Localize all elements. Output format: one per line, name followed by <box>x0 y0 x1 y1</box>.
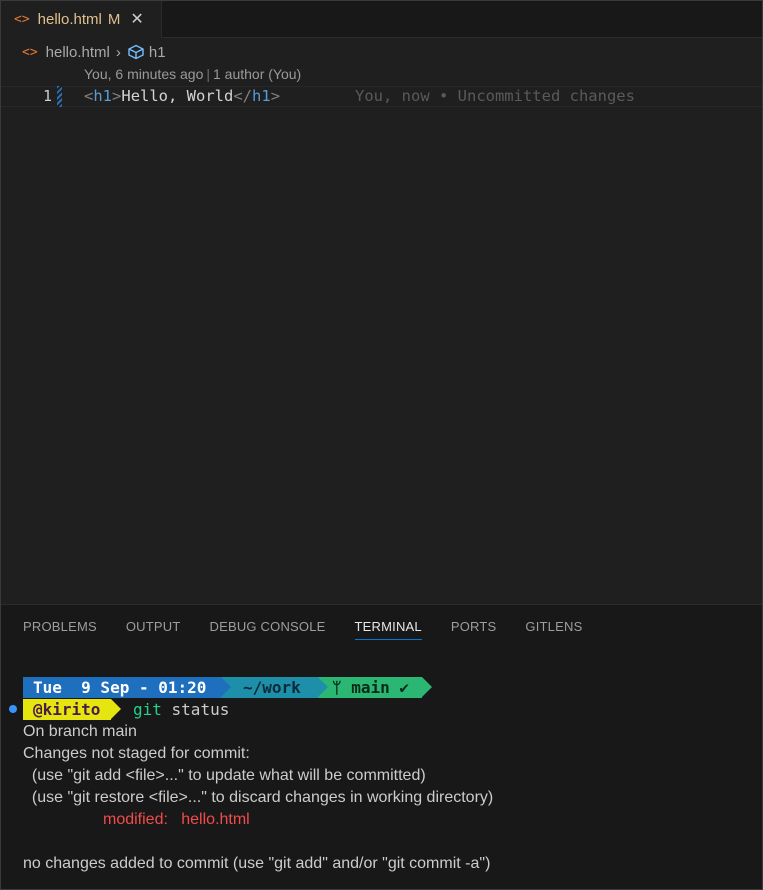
prompt-branch-name: main <box>351 678 390 697</box>
prompt-date-segment: Tue 9 Sep - 01:20 <box>23 677 221 698</box>
git-codelens[interactable]: You, 6 minutes ago | 1 author (You) <box>84 66 301 82</box>
close-icon[interactable]: ✕ <box>130 9 143 29</box>
symbol-element-icon <box>127 44 145 61</box>
terminal-output-line: (use "git restore <file>..." to discard … <box>23 789 494 806</box>
modified-indicator: M <box>107 10 121 28</box>
prompt-user-segment: @kirito <box>23 699 111 720</box>
tab-debug-console[interactable]: DEBUG CONSOLE <box>210 619 326 640</box>
code-text: Hello, World <box>121 87 234 105</box>
breadcrumb-symbol[interactable]: h1 <box>149 44 166 61</box>
prompt-separator-arrow <box>111 699 121 719</box>
codelens-authors[interactable]: 1 author (You) <box>213 66 301 82</box>
prompt-separator-arrow <box>221 677 231 697</box>
code-punctuation: > <box>270 87 281 105</box>
tab-gitlens[interactable]: GITLENS <box>525 619 582 640</box>
tab-hello-html[interactable]: <> hello.html M ✕ <box>0 0 162 38</box>
code-tag: h1 <box>252 87 271 105</box>
html-file-icon: <> <box>14 11 30 27</box>
terminal-output-line: Changes not staged for commit: <box>23 745 250 762</box>
code-tag: h1 <box>93 87 113 105</box>
command-args: status <box>161 700 230 719</box>
command-program: git <box>133 700 162 719</box>
code-punctuation: </ <box>233 87 253 105</box>
tab-problems[interactable]: PROBLEMS <box>23 619 97 640</box>
code-punctuation: > <box>112 87 122 105</box>
chevron-right-icon: › <box>115 43 121 61</box>
tab-output[interactable]: OUTPUT <box>126 619 181 640</box>
terminal-output-line: On branch main <box>23 723 137 740</box>
terminal-output-line: (use "git add <file>..." to update what … <box>23 767 426 784</box>
check-icon: ✔ <box>399 678 410 697</box>
editor-tab-bar: <> hello.html M ✕ <box>0 0 763 38</box>
prompt-directory-segment: ~/work <box>221 677 318 698</box>
panel-tabs: PROBLEMS OUTPUT DEBUG CONSOLE TERMINAL P… <box>23 619 611 640</box>
terminal-modified-line: modified: hello.html <box>103 811 250 828</box>
tab-terminal[interactable]: TERMINAL <box>354 619 422 640</box>
line-number: 1 <box>42 87 52 105</box>
code-line[interactable]: <h1>Hello, World</h1> <box>84 86 280 107</box>
git-change-gutter-marker[interactable] <box>57 86 62 107</box>
branch-icon: ᛘ <box>332 678 342 697</box>
tab-label: hello.html <box>37 10 102 28</box>
prompt-separator-arrow <box>318 677 328 697</box>
terminal-output-line: no changes added to commit (use "git add… <box>23 855 491 872</box>
tab-ports[interactable]: PORTS <box>451 619 497 640</box>
terminal-command: git status <box>133 699 229 721</box>
breadcrumb: <> hello.html › h1 <box>0 40 166 64</box>
prompt-separator-arrow <box>422 677 432 697</box>
codelens-author-time[interactable]: You, 6 minutes ago <box>84 66 203 82</box>
html-file-icon: <> <box>22 44 38 60</box>
command-decoration-dot[interactable] <box>9 705 17 713</box>
codelens-divider: | <box>206 66 210 82</box>
prompt-branch-segment: ᛘ main ✔ <box>318 677 422 698</box>
code-punctuation: < <box>84 87 94 105</box>
inline-blame-annotation: You, now • Uncommitted changes <box>355 87 635 105</box>
breadcrumb-file[interactable]: hello.html <box>46 44 110 61</box>
